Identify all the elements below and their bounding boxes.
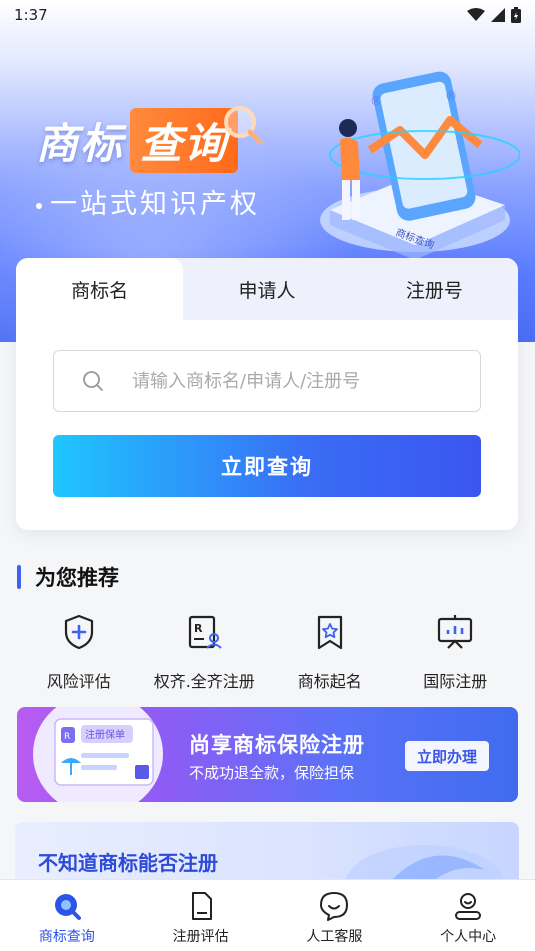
- apply-now-button[interactable]: 立即办理: [405, 741, 489, 771]
- tab-registration-number[interactable]: 注册号: [351, 258, 518, 320]
- svg-text:R: R: [64, 732, 70, 742]
- nav-customer-service[interactable]: 人工客服: [268, 880, 402, 951]
- insurance-banner[interactable]: R 注册保单 尚享商标保险注册 不成功退全款，保险担保 立即办理: [17, 707, 518, 802]
- hero-title-part1: 商标: [36, 119, 125, 168]
- signal-icon: [491, 8, 505, 22]
- registration-form-icon: R: [189, 615, 222, 649]
- tab-trademark-name[interactable]: 商标名: [16, 258, 184, 320]
- recommend-header: 为您推荐: [17, 562, 119, 592]
- status-icons: [467, 7, 521, 23]
- search-card: 商标名 申请人 注册号 立即查询: [16, 258, 518, 530]
- search-submit-button[interactable]: 立即查询: [53, 435, 481, 497]
- svg-text:R: R: [194, 622, 203, 635]
- recommend-grid: 风险评估 R 权齐.全齐注册 商标起名 国际注册: [16, 612, 518, 702]
- battery-icon: [511, 7, 521, 23]
- hero-subtitle: 一站式知识产权: [36, 182, 260, 221]
- chat-bubble-icon: [320, 892, 349, 921]
- status-bar: 1:37: [0, 0, 535, 30]
- presentation-chart-icon: [438, 615, 473, 649]
- status-time: 1:37: [14, 6, 48, 24]
- bottom-navigation: 商标查询 注册评估 人工客服 个人中心: [0, 879, 535, 951]
- banner-subtitle: 不成功退全款，保险担保: [189, 764, 355, 782]
- recommend-title: 为您推荐: [35, 566, 119, 590]
- search-box: [53, 350, 481, 412]
- section-accent-bar: [17, 565, 21, 589]
- search-icon: [83, 371, 103, 391]
- tab-applicant[interactable]: 申请人: [183, 258, 350, 320]
- nav-profile[interactable]: 个人中心: [401, 880, 535, 951]
- recommend-item-full-registration[interactable]: R 权齐.全齐注册: [142, 612, 268, 702]
- svg-text:注册保单: 注册保单: [85, 728, 125, 741]
- search-q-icon: [54, 894, 81, 920]
- hero-title: 商标 查询: [36, 105, 264, 173]
- nav-registration-assessment[interactable]: 注册评估: [134, 880, 268, 951]
- promo2-title: 不知道商标能否注册: [38, 851, 218, 875]
- shield-plus-icon: [64, 614, 93, 650]
- hero-illustration: ® ® 商标查询: [320, 71, 520, 260]
- banner-title: 尚享商标保险注册: [189, 733, 365, 757]
- recommend-item-international-registration[interactable]: 国际注册: [393, 612, 519, 702]
- recommend-item-trademark-naming[interactable]: 商标起名: [267, 612, 393, 702]
- document-icon: [191, 892, 212, 920]
- insurance-document-icon: R 注册保单: [54, 718, 154, 786]
- svg-text:®: ®: [445, 89, 457, 103]
- magnifier-icon: [224, 105, 263, 144]
- search-input[interactable]: [132, 370, 452, 392]
- bookmark-star-icon: [317, 615, 342, 650]
- search-tabs: 商标名 申请人 注册号: [16, 258, 518, 320]
- user-icon: [455, 893, 482, 920]
- svg-text:®: ®: [370, 94, 382, 108]
- recommend-item-risk-assessment[interactable]: 风险评估: [16, 612, 142, 702]
- nav-trademark-search[interactable]: 商标查询: [0, 880, 134, 951]
- wifi-icon: [467, 8, 485, 21]
